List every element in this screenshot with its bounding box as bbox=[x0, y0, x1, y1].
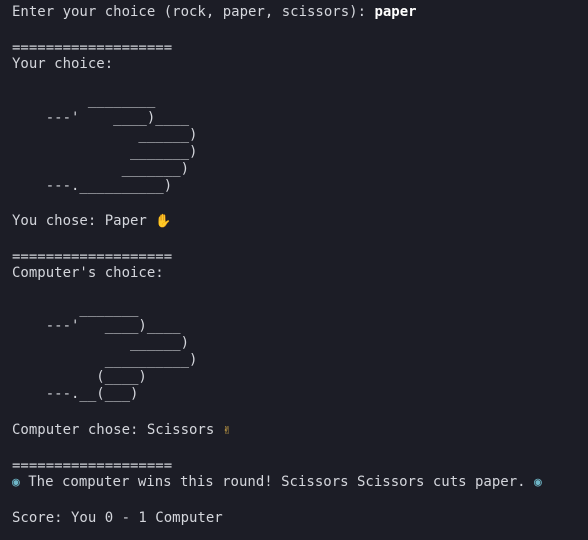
ascii-art-line: __________) bbox=[12, 352, 198, 368]
player-result: You chose: Paper ✋ bbox=[12, 213, 171, 229]
ascii-art-line: _______) bbox=[12, 144, 198, 160]
separator: =================== bbox=[12, 40, 173, 56]
prompt-text: Enter your choice (rock, paper, scissors… bbox=[12, 4, 375, 20]
victory-hand-icon: ✌ bbox=[222, 423, 231, 438]
separator: =================== bbox=[12, 458, 173, 474]
ascii-art-line: ---.__________) bbox=[12, 178, 173, 194]
waving-hand-icon: ✋ bbox=[155, 214, 172, 229]
ascii-art-line: ---' ____)____ bbox=[12, 318, 181, 334]
player-result-text: You chose: Paper bbox=[12, 213, 156, 229]
computer-result: Computer chose: Scissors ✌ bbox=[12, 422, 231, 438]
ascii-art-line: ---' ____)____ bbox=[12, 110, 190, 126]
score-line: Score: You 0 - 1 Computer bbox=[12, 510, 223, 526]
separator: =================== bbox=[12, 249, 173, 265]
terminal-window[interactable]: Enter your choice (rock, paper, scissors… bbox=[0, 0, 588, 540]
outcome-text: The computer wins this round! Scissors S… bbox=[19, 474, 534, 490]
outcome-line: ◉ The computer wins this round! Scissors… bbox=[12, 474, 542, 490]
ascii-art-line: ______) bbox=[12, 127, 198, 143]
ascii-art-line: ______) bbox=[12, 335, 190, 351]
your-choice-header: Your choice: bbox=[12, 56, 114, 72]
robot-icon: ◉ bbox=[12, 475, 20, 490]
robot-icon: ◉ bbox=[533, 475, 542, 490]
prompt-line: Enter your choice (rock, paper, scissors… bbox=[12, 4, 417, 20]
user-input: paper bbox=[374, 4, 417, 20]
ascii-art-line: (____) bbox=[12, 369, 147, 385]
ascii-art-line: ---.__(___) bbox=[12, 386, 139, 402]
ascii-art-line: _______ bbox=[12, 301, 139, 317]
ascii-art-line: ________ bbox=[12, 92, 156, 108]
computer-choice-header: Computer's choice: bbox=[12, 265, 164, 281]
ascii-art-line: _______) bbox=[12, 161, 190, 177]
computer-result-text: Computer chose: Scissors bbox=[12, 422, 223, 438]
